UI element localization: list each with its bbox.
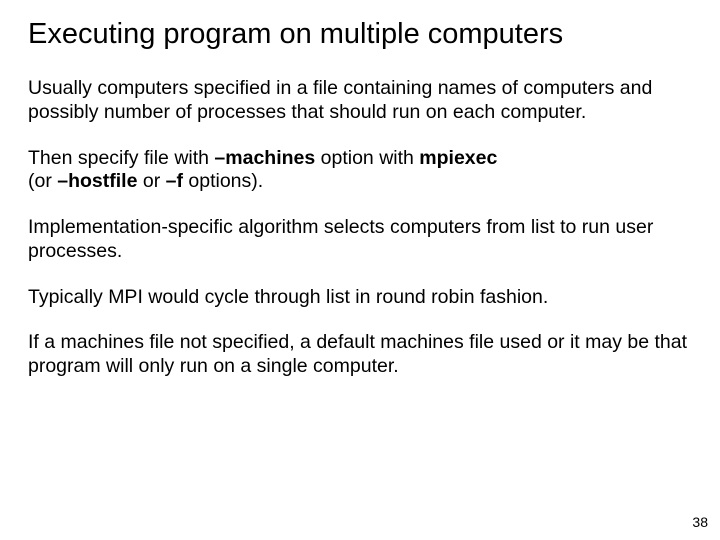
p2-opt-machines: –machines (214, 147, 315, 169)
paragraph-2: Then specify file with –machines option … (28, 147, 692, 195)
p2-text-1: Then specify file with (28, 147, 214, 169)
paragraph-3: Implementation-specific algorithm select… (28, 216, 692, 264)
p2-text-4: or (137, 170, 165, 192)
p2-text-3: (or (28, 170, 57, 192)
p2-opt-f: –f (166, 170, 183, 192)
p2-text-5: options). (183, 170, 263, 192)
paragraph-4: Typically MPI would cycle through list i… (28, 286, 692, 310)
slide-title: Executing program on multiple computers (28, 18, 692, 51)
p2-opt-hostfile: –hostfile (57, 170, 137, 192)
paragraph-1: Usually computers specified in a file co… (28, 77, 692, 125)
page-number: 38 (692, 514, 708, 530)
p2-text-2: option with (315, 147, 419, 169)
paragraph-5: If a machines file not specified, a defa… (28, 331, 692, 379)
p2-opt-mpiexec: mpiexec (419, 147, 497, 169)
